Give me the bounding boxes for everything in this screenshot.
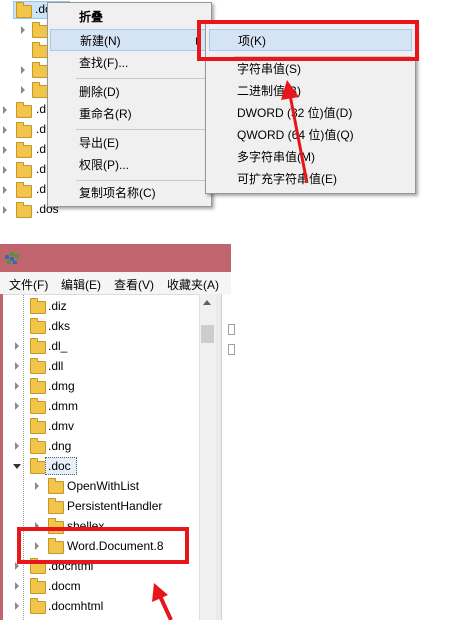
annotation-arrow-icon (152, 583, 173, 620)
